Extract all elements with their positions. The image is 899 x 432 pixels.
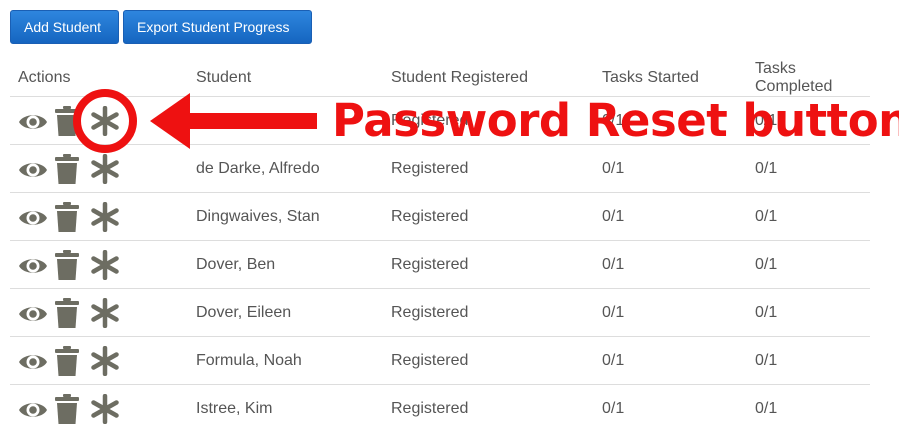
eye-icon[interactable] — [18, 255, 48, 277]
table-row: Dingwaives, StanRegistered0/10/1 — [10, 193, 870, 241]
add-student-button[interactable]: Add Student — [10, 10, 119, 44]
table-row: Dover, EileenRegistered0/10/1 — [10, 289, 870, 337]
trash-icon[interactable] — [55, 154, 79, 184]
actions-cell — [10, 97, 196, 145]
actions-cell — [10, 193, 196, 241]
table-row: Formula, NoahRegistered0/10/1 — [10, 337, 870, 385]
trash-icon[interactable] — [55, 298, 79, 328]
student-registered-cell: Registered — [391, 289, 602, 337]
student-registered-cell: Registered — [391, 145, 602, 193]
eye-icon[interactable] — [18, 351, 48, 373]
actions-cell — [10, 241, 196, 289]
eye-icon[interactable] — [18, 399, 48, 421]
trash-icon[interactable] — [55, 202, 79, 232]
header-tasks-started[interactable]: Tasks Started — [602, 60, 755, 97]
tasks-started-cell: 0/1 — [602, 337, 755, 385]
toolbar: Add Student Export Student Progress — [10, 10, 312, 44]
asterisk-icon[interactable] — [91, 154, 119, 184]
tasks-started-cell: 0/1 — [602, 241, 755, 289]
student-name-cell: Formula, Noah — [196, 337, 391, 385]
tasks-started-cell: 0/1 — [602, 145, 755, 193]
header-tasks-completed[interactable]: Tasks Completed — [755, 60, 870, 97]
tasks-started-cell: 0/1 — [602, 289, 755, 337]
row-actions — [18, 250, 196, 280]
row-actions — [18, 202, 196, 232]
actions-cell — [10, 289, 196, 337]
student-registered-cell: Registered — [391, 337, 602, 385]
tasks-started-cell: 0/1 — [602, 385, 755, 432]
eye-icon[interactable] — [18, 111, 48, 133]
student-registered-cell: Registered — [391, 241, 602, 289]
student-name-cell: Dingwaives, Stan — [196, 193, 391, 241]
tasks-completed-cell: 0/1 — [755, 241, 870, 289]
asterisk-icon[interactable] — [91, 298, 119, 328]
trash-icon[interactable] — [55, 250, 79, 280]
table-row: Dover, BenRegistered0/10/1 — [10, 241, 870, 289]
trash-icon[interactable] — [55, 106, 79, 136]
header-student-registered[interactable]: Student Registered — [391, 60, 602, 97]
eye-icon[interactable] — [18, 207, 48, 229]
eye-icon[interactable] — [18, 303, 48, 325]
tasks-completed-cell: 0/1 — [755, 193, 870, 241]
table-header-row: Actions Student Student Registered Tasks… — [10, 60, 870, 97]
student-name-cell: Istree, Kim — [196, 385, 391, 432]
row-actions — [18, 106, 196, 136]
tasks-completed-cell: 0/1 — [755, 145, 870, 193]
eye-icon[interactable] — [18, 159, 48, 181]
export-student-progress-button[interactable]: Export Student Progress — [123, 10, 312, 44]
tasks-completed-cell: 0/1 — [755, 337, 870, 385]
actions-cell — [10, 385, 196, 432]
table-row: Istree, KimRegistered0/10/1 — [10, 385, 870, 432]
asterisk-icon[interactable] — [91, 394, 119, 424]
header-student[interactable]: Student — [196, 60, 391, 97]
trash-icon[interactable] — [55, 394, 79, 424]
asterisk-icon[interactable] — [91, 202, 119, 232]
trash-icon[interactable] — [55, 346, 79, 376]
table-row: de Darke, AlfredoRegistered0/10/1 — [10, 145, 870, 193]
tasks-completed-cell: 0/1 — [755, 289, 870, 337]
student-name-cell: Dover, Eileen — [196, 289, 391, 337]
asterisk-icon[interactable] — [91, 250, 119, 280]
row-actions — [18, 154, 196, 184]
row-actions — [18, 394, 196, 424]
tasks-completed-cell: 0/1 — [755, 385, 870, 432]
annotation-label: Password Reset button — [332, 93, 899, 149]
student-name-cell: Dover, Ben — [196, 241, 391, 289]
header-actions: Actions — [10, 60, 196, 97]
actions-cell — [10, 145, 196, 193]
actions-cell — [10, 337, 196, 385]
student-name-cell: de Darke, Alfredo — [196, 145, 391, 193]
asterisk-icon[interactable] — [91, 106, 119, 136]
tasks-started-cell: 0/1 — [602, 193, 755, 241]
student-registered-cell: Registered — [391, 193, 602, 241]
asterisk-icon[interactable] — [91, 346, 119, 376]
row-actions — [18, 346, 196, 376]
student-registered-cell: Registered — [391, 385, 602, 432]
row-actions — [18, 298, 196, 328]
